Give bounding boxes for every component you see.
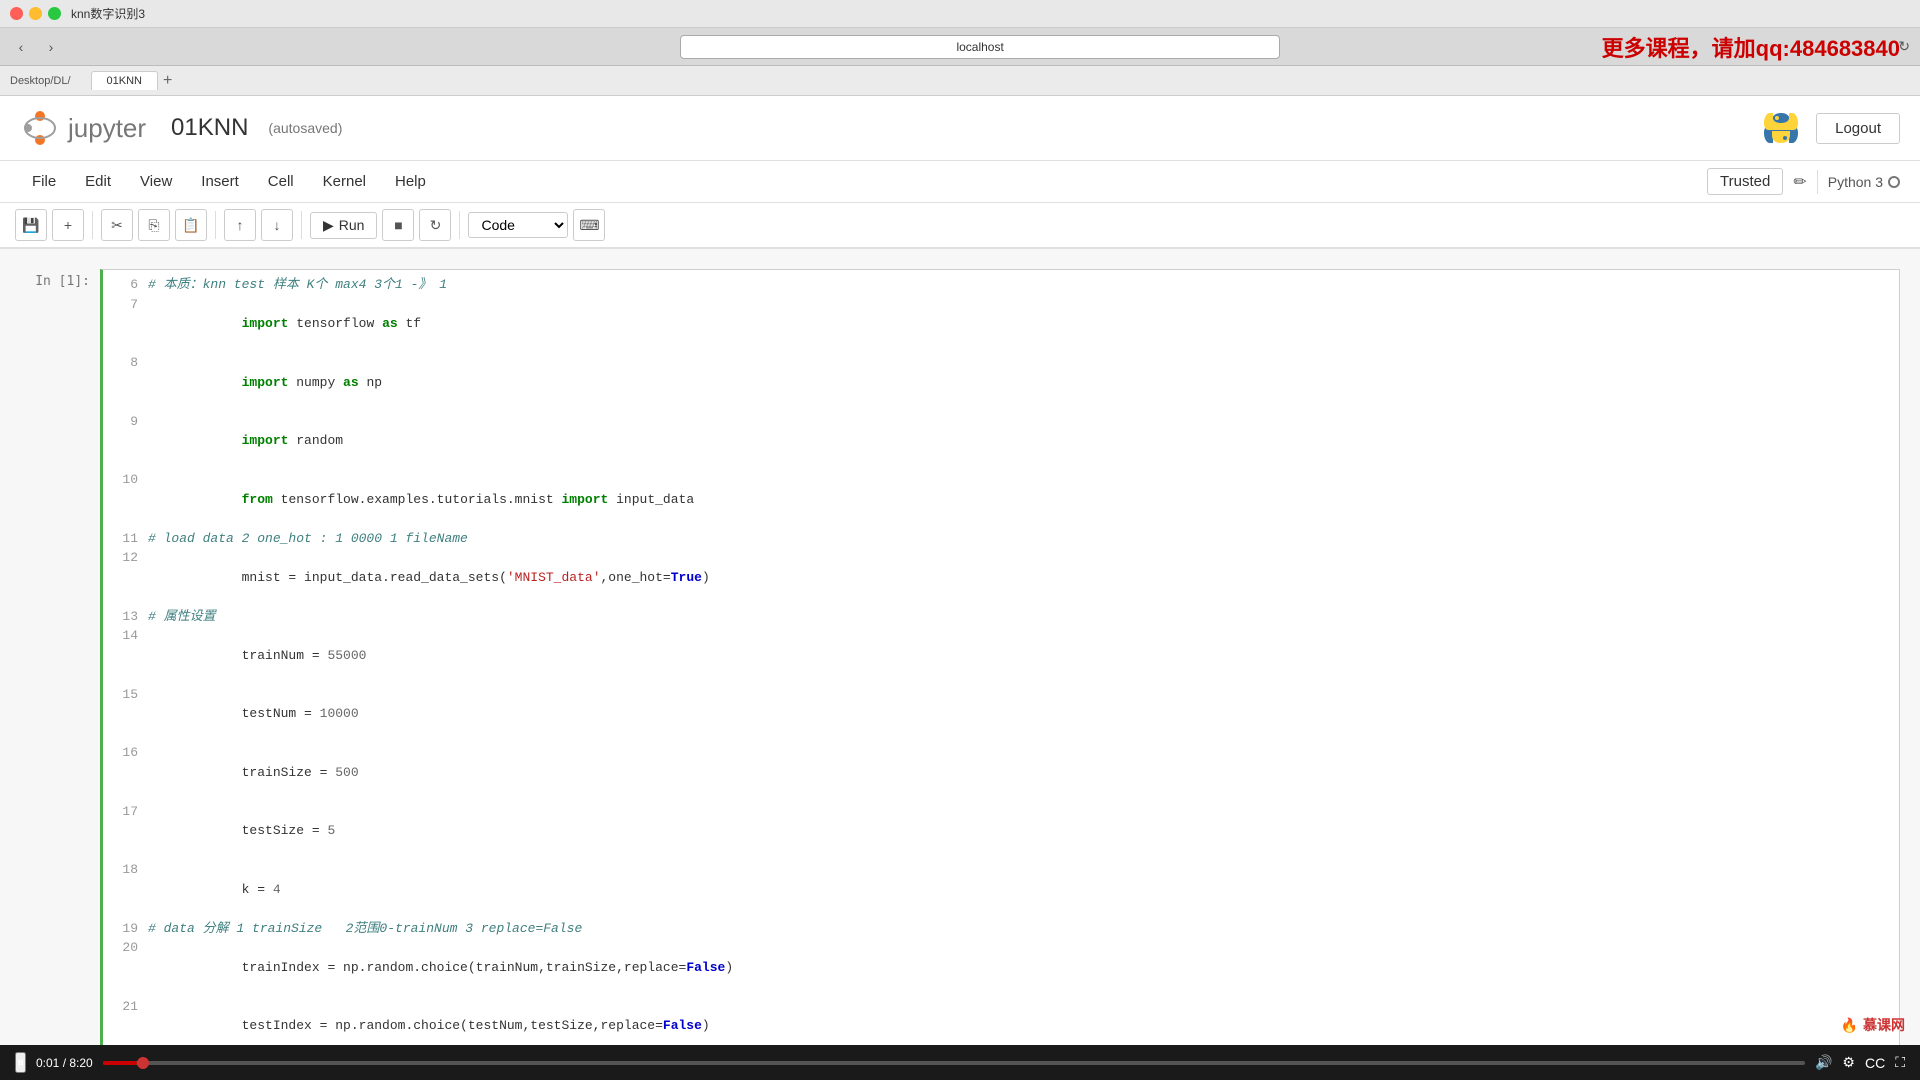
notebook-tab[interactable]: 01KNN bbox=[91, 71, 158, 90]
cell-code-area[interactable]: 6 # 本质：knn test 样本 K个 max4 3个1 -》 1 7 im… bbox=[100, 269, 1900, 1045]
kernel-status-indicator bbox=[1888, 176, 1900, 188]
code-line-8: 8 import numpy as np bbox=[113, 353, 1889, 412]
toolbar-separator-2 bbox=[215, 211, 216, 239]
traffic-lights bbox=[10, 7, 61, 20]
edit-icon-button[interactable]: ✏ bbox=[1793, 172, 1806, 192]
menu-file[interactable]: File bbox=[20, 168, 68, 195]
menu-bar: File Edit View Insert Cell Kernel Help T… bbox=[0, 161, 1920, 203]
fullscreen-button[interactable]: ⛶ bbox=[1895, 1054, 1905, 1071]
video-time: 0:01 / 8:20 bbox=[36, 1056, 93, 1070]
close-button[interactable] bbox=[10, 7, 23, 20]
main-content: In [1]: 6 # 本质：knn test 样本 K个 max4 3个1 -… bbox=[0, 249, 1920, 1045]
add-cell-button[interactable]: + bbox=[52, 209, 84, 241]
refresh-button[interactable]: ↻ bbox=[1898, 38, 1910, 55]
move-up-button[interactable]: ↑ bbox=[224, 209, 256, 241]
jupyter-header: jupyter 01KNN (autosaved) Logout bbox=[0, 96, 1920, 161]
brand-text: 更多课程，请加qq:484683840 bbox=[1602, 31, 1900, 63]
run-icon: ▶ bbox=[323, 217, 334, 234]
menu-cell[interactable]: Cell bbox=[256, 168, 306, 195]
run-label: Run bbox=[339, 217, 365, 233]
cell-type-select[interactable]: Code Markdown Raw NBConvert bbox=[468, 212, 568, 238]
code-line-11: 11 # load data 2 one_hot : 1 0000 1 file… bbox=[113, 529, 1889, 549]
back-button[interactable]: ‹ bbox=[10, 36, 32, 58]
cc-button[interactable]: CC bbox=[1865, 1055, 1885, 1071]
kernel-label: Python 3 bbox=[1828, 174, 1883, 190]
menu-help[interactable]: Help bbox=[383, 168, 438, 195]
tab-path: Desktop/DL/ bbox=[10, 75, 71, 87]
address-bar[interactable]: localhost bbox=[680, 35, 1280, 59]
toolbar-separator-4 bbox=[459, 211, 460, 239]
code-line-19: 19 # data 分解 1 trainSize 2范围0-trainNum 3… bbox=[113, 919, 1889, 939]
cell-prompt: In [1]: bbox=[20, 269, 100, 1045]
video-progress-fill bbox=[103, 1061, 137, 1065]
code-line-13: 13 # 属性设置 bbox=[113, 607, 1889, 627]
toolbar-separator-1 bbox=[92, 211, 93, 239]
paste-button[interactable]: 📋 bbox=[175, 209, 207, 241]
tab-bar: Desktop/DL/ 01KNN + bbox=[0, 66, 1920, 96]
save-button[interactable]: 💾 bbox=[15, 209, 47, 241]
code-line-14: 14 trainNum = 55000 bbox=[113, 626, 1889, 685]
fire-icon: 🔥 bbox=[1841, 1017, 1858, 1034]
watermark-text: 慕课网 bbox=[1863, 1015, 1905, 1035]
maximize-button[interactable] bbox=[48, 7, 61, 20]
titlebar: knn数字识别3 bbox=[0, 0, 1920, 28]
menu-edit[interactable]: Edit bbox=[73, 168, 123, 195]
jupyter-wordmark: jupyter bbox=[68, 113, 146, 144]
toolbar-separator-3 bbox=[301, 211, 302, 239]
code-line-9: 9 import random bbox=[113, 412, 1889, 471]
python-logo bbox=[1761, 108, 1801, 148]
code-line-16: 16 trainSize = 500 bbox=[113, 743, 1889, 802]
code-cell-1: In [1]: 6 # 本质：knn test 样本 K个 max4 3个1 -… bbox=[20, 269, 1900, 1045]
settings-button[interactable]: ⚙ bbox=[1842, 1054, 1855, 1071]
code-line-17: 17 testSize = 5 bbox=[113, 802, 1889, 861]
stop-button[interactable]: ■ bbox=[382, 209, 414, 241]
watermark: 🔥 慕课网 bbox=[1841, 1015, 1905, 1035]
header-right: Logout bbox=[1761, 108, 1900, 148]
menu-view[interactable]: View bbox=[128, 168, 184, 195]
new-tab-button[interactable]: + bbox=[163, 72, 172, 90]
menu-kernel[interactable]: Kernel bbox=[311, 168, 378, 195]
move-down-button[interactable]: ↓ bbox=[261, 209, 293, 241]
pause-button[interactable]: ⏸ bbox=[15, 1052, 26, 1073]
restart-button[interactable]: ↻ bbox=[419, 209, 451, 241]
code-line-6: 6 # 本质：knn test 样本 K个 max4 3个1 -》 1 bbox=[113, 275, 1889, 295]
code-line-12: 12 mnist = input_data.read_data_sets('MN… bbox=[113, 548, 1889, 607]
code-line-15: 15 testNum = 10000 bbox=[113, 685, 1889, 744]
code-line-20: 20 trainIndex = np.random.choice(trainNu… bbox=[113, 938, 1889, 997]
run-button[interactable]: ▶ Run bbox=[310, 212, 377, 239]
menu-right: Trusted ✏ Python 3 bbox=[1707, 168, 1900, 195]
minimize-button[interactable] bbox=[29, 7, 42, 20]
copy-button[interactable]: ⎘ bbox=[138, 209, 170, 241]
keyboard-button[interactable]: ⌨ bbox=[573, 209, 605, 241]
jupyter-logo: jupyter bbox=[20, 108, 146, 148]
code-line-7: 7 import tensorflow as tf bbox=[113, 295, 1889, 354]
forward-button[interactable]: › bbox=[40, 36, 62, 58]
logout-button[interactable]: Logout bbox=[1816, 113, 1900, 144]
cut-button[interactable]: ✂ bbox=[101, 209, 133, 241]
window-title: knn数字识别3 bbox=[71, 5, 145, 22]
menu-insert[interactable]: Insert bbox=[189, 168, 251, 195]
code-line-10: 10 from tensorflow.examples.tutorials.mn… bbox=[113, 470, 1889, 529]
notebook-title[interactable]: 01KNN bbox=[171, 114, 248, 142]
autosaved-label: (autosaved) bbox=[268, 120, 342, 136]
volume-button[interactable]: 🔊 bbox=[1815, 1054, 1832, 1071]
video-progress-bar[interactable] bbox=[103, 1061, 1805, 1065]
trusted-button[interactable]: Trusted bbox=[1707, 168, 1783, 195]
code-line-18: 18 k = 4 bbox=[113, 860, 1889, 919]
code-line-21: 21 testIndex = np.random.choice(testNum,… bbox=[113, 997, 1889, 1046]
video-progress-dot bbox=[137, 1057, 149, 1069]
toolbar: 💾 + ✂ ⎘ 📋 ↑ ↓ ▶ Run ■ ↻ Code Markdown Ra… bbox=[0, 203, 1920, 249]
jupyter-icon bbox=[20, 108, 60, 148]
separator bbox=[1817, 170, 1818, 194]
browser-bar: ‹ › localhost ↻ 更多课程，请加qq:484683840 bbox=[0, 28, 1920, 66]
code-lines: 6 # 本质：knn test 样本 K个 max4 3个1 -》 1 7 im… bbox=[103, 270, 1899, 1045]
video-bar: ⏸ 0:01 / 8:20 🔊 ⚙ CC ⛶ bbox=[0, 1045, 1920, 1080]
video-controls-right: 🔊 ⚙ CC ⛶ bbox=[1815, 1054, 1905, 1071]
kernel-info: Python 3 bbox=[1828, 174, 1900, 190]
